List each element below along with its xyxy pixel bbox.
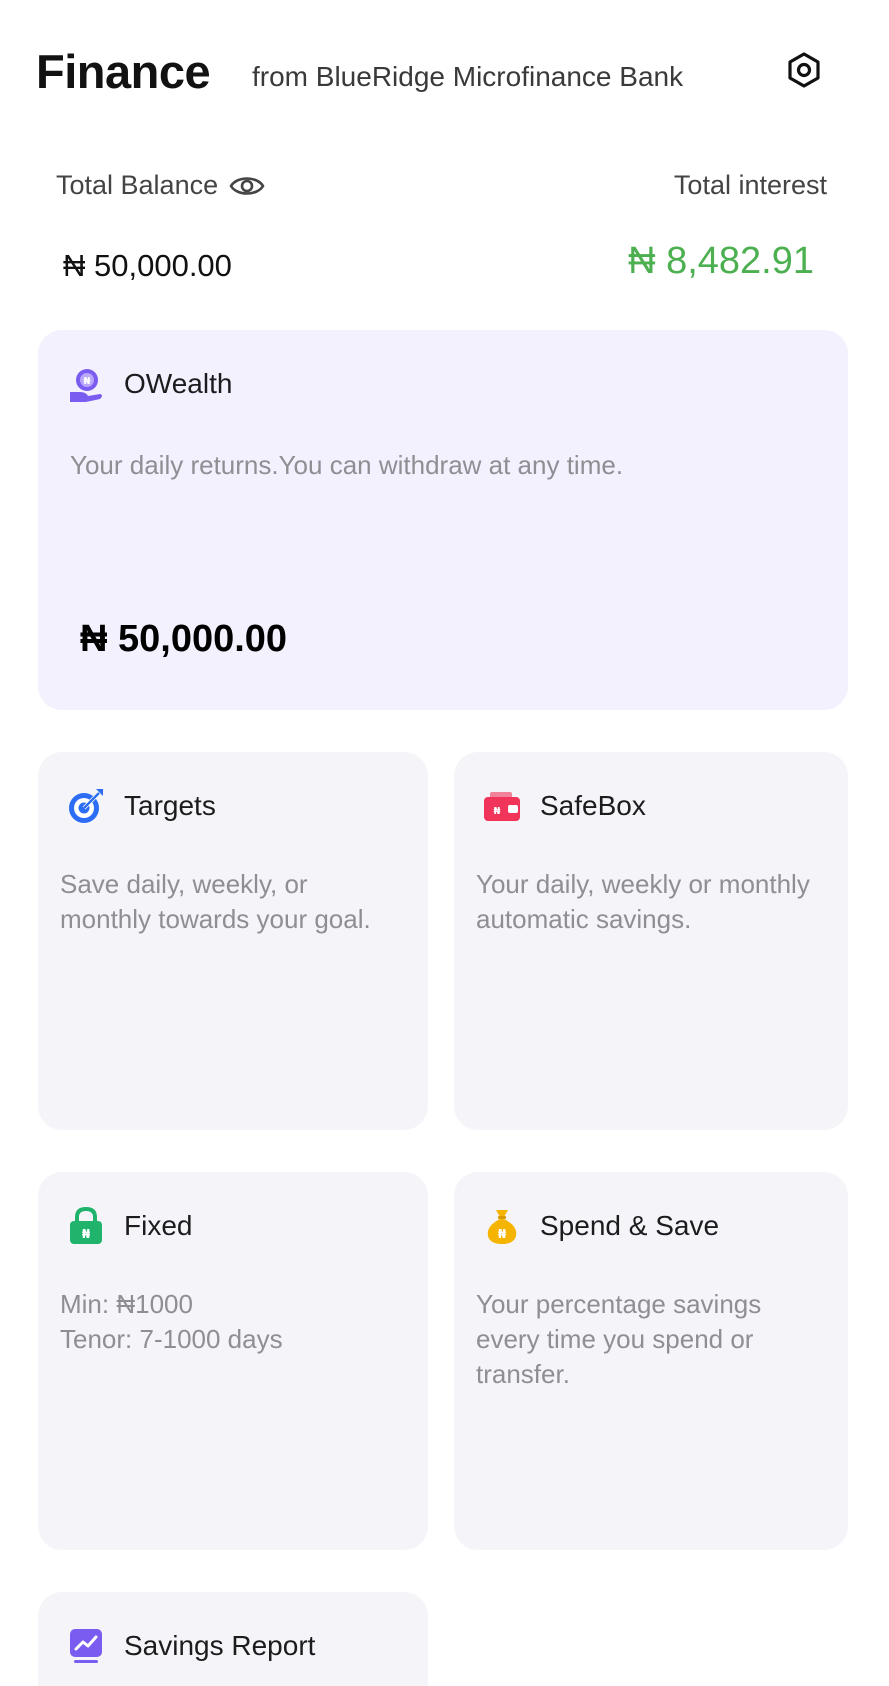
target-arrow-icon [66, 786, 106, 826]
fixed-card-header: ₦ Fixed [66, 1206, 192, 1246]
total-balance-label: Total Balance [56, 170, 219, 200]
toggle-balance-visibility-button[interactable] [228, 171, 266, 201]
svg-text:₦: ₦ [494, 806, 501, 817]
eye-icon [229, 176, 265, 195]
owealth-description: Your daily returns.You can withdraw at a… [70, 450, 624, 480]
total-balance-value: ₦ 50,000.00 [63, 248, 232, 283]
bank-subtitle: from BlueRidge Microfinance Bank [252, 61, 684, 92]
fixed-min-amount: Min: ₦1000 [60, 1289, 193, 1319]
header: Finance from BlueRidge Microfinance Bank [36, 44, 836, 104]
total-interest-value: ₦ 8,482.91 [628, 240, 814, 282]
safebox-wallet-icon: ₦ [482, 786, 522, 826]
svg-text:₦: ₦ [498, 1227, 507, 1241]
targets-card-header: Targets [66, 786, 216, 826]
spend-save-card-header: ₦ Spend & Save [482, 1206, 719, 1246]
targets-card[interactable]: Targets Save daily, weekly, or monthly t… [38, 752, 428, 1130]
total-balance-label-row: Total Balance [56, 170, 266, 201]
owealth-amount: ₦ 50,000.00 [80, 618, 288, 660]
spend-save-title: Spend & Save [540, 1210, 720, 1241]
settings-hexagon-icon [788, 52, 820, 88]
owealth-card-header: ₦ OWealth [66, 364, 232, 404]
safebox-title: SafeBox [540, 790, 646, 821]
total-interest-label: Total interest [673, 170, 827, 200]
settings-button[interactable] [784, 50, 824, 90]
fixed-lock-icon: ₦ [66, 1206, 106, 1246]
savings-report-card-header: Savings Report [66, 1626, 315, 1666]
owealth-card[interactable]: ₦ OWealth Your daily returns.You can wit… [38, 330, 848, 710]
fixed-card[interactable]: ₦ Fixed Min: ₦1000 Tenor: 7-1000 days [38, 1172, 428, 1550]
chart-trend-icon [66, 1626, 106, 1666]
fixed-title: Fixed [124, 1210, 193, 1241]
safebox-card-header: ₦ SafeBox [482, 786, 646, 826]
svg-text:₦: ₦ [82, 1227, 91, 1241]
svg-text:₦: ₦ [84, 376, 91, 387]
spend-save-card[interactable]: ₦ Spend & Save Your percentage savings e… [454, 1172, 848, 1550]
targets-description: Save daily, weekly, or monthly towards y… [60, 869, 371, 934]
spend-save-description: Your percentage savings every time you s… [476, 1289, 762, 1389]
targets-title: Targets [124, 790, 216, 821]
page-title: Finance [36, 45, 211, 98]
savings-report-card[interactable]: Savings Report [38, 1592, 428, 1686]
fixed-details: Min: ₦1000 Tenor: 7-1000 days [60, 1287, 400, 1357]
savings-report-title: Savings Report [124, 1630, 316, 1661]
safebox-description: Your daily, weekly or monthly automatic … [476, 869, 810, 934]
money-bag-icon: ₦ [482, 1206, 522, 1246]
safebox-card[interactable]: ₦ SafeBox Your daily, weekly or monthly … [454, 752, 848, 1130]
owealth-title: OWealth [124, 368, 233, 399]
owealth-coin-hand-icon: ₦ [66, 364, 106, 404]
fixed-tenor: Tenor: 7-1000 days [60, 1324, 283, 1354]
